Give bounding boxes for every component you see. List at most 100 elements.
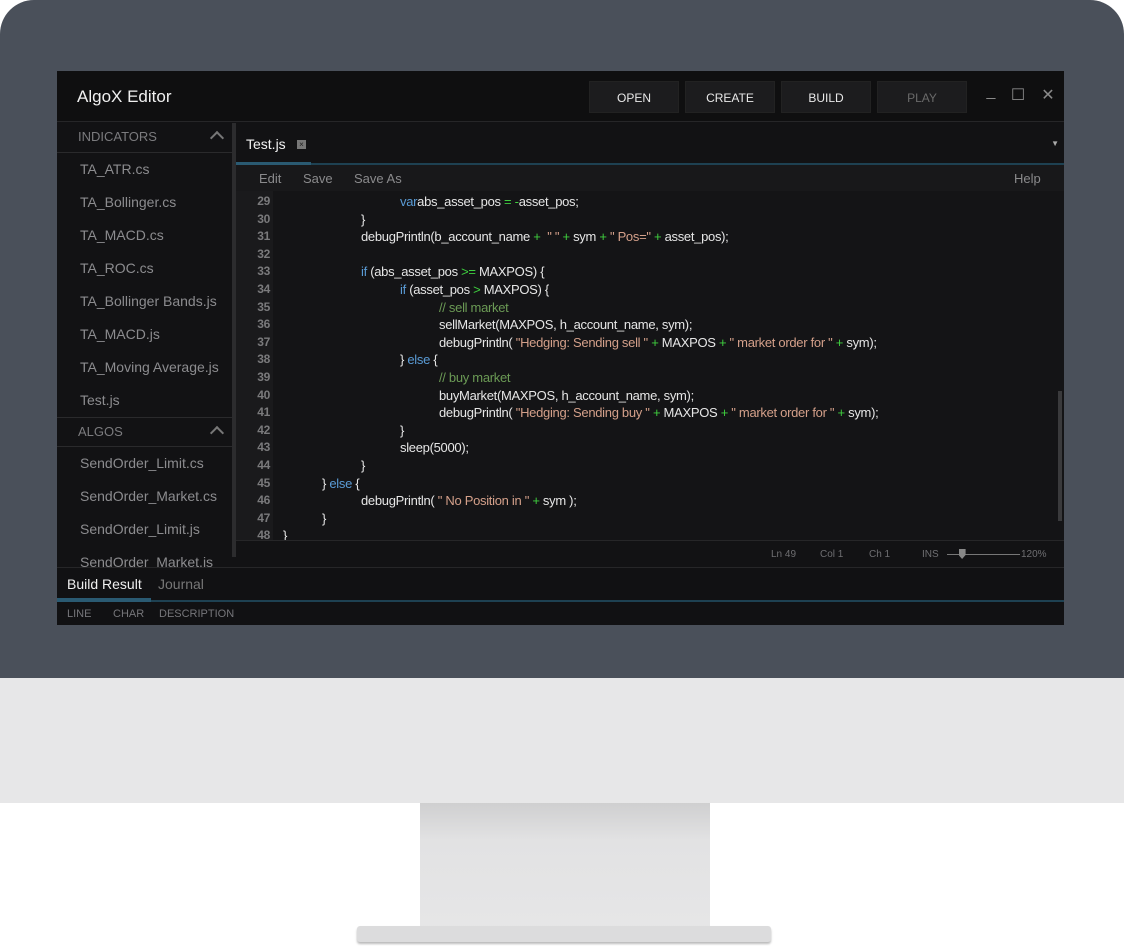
code-area[interactable]: 29 varabs_asset_pos = -asset_pos; 30} 31 deb… bbox=[236, 191, 1064, 540]
dropdown-icon[interactable]: ▼ bbox=[1051, 139, 1059, 148]
code-line: 29 varabs_asset_pos = -asset_pos; bbox=[236, 194, 1056, 212]
code-line: 40 buyMarket(MAXPOS, h_account_name, sym)… bbox=[236, 388, 1056, 406]
sidebar-item[interactable]: Test.js bbox=[57, 384, 232, 417]
sidebar-item[interactable]: TA_Moving Average.js bbox=[57, 351, 232, 384]
code-text: sellMarket(MAXPOS, h_account_name, sym); bbox=[439, 317, 692, 332]
title-bar: AlgoX Editor OPEN CREATE BUILD PLAY _ ☐ … bbox=[57, 71, 1064, 122]
line-number: 37 bbox=[257, 334, 270, 349]
kw-token: var bbox=[400, 194, 418, 209]
tab-build-result[interactable]: Build Result bbox=[67, 576, 142, 592]
line-number: 29 bbox=[257, 194, 270, 208]
tab-journal[interactable]: Journal bbox=[158, 576, 204, 592]
line-number: 32 bbox=[257, 246, 270, 261]
sidebar-item[interactable]: SendOrder_Limit.cs bbox=[57, 447, 232, 480]
plain-token: sleep(5000); bbox=[400, 440, 469, 456]
sidebar-item[interactable]: TA_Bollinger Bands.js bbox=[57, 285, 232, 318]
tab-bar: Test.js × ▼ bbox=[236, 123, 1064, 165]
code-text: // buy market bbox=[439, 370, 511, 385]
line-number: 46 bbox=[257, 493, 270, 508]
plain-token: asset_pos; bbox=[518, 194, 579, 209]
code-text: if (asset_pos > MAXPOS) { bbox=[400, 282, 549, 297]
editor-menu: Edit Save Save As Help bbox=[236, 165, 1064, 191]
status-col: Col 1 bbox=[820, 549, 844, 560]
sidebar-item[interactable]: SendOrder_Market.js bbox=[57, 546, 232, 567]
status-mode: INS bbox=[922, 549, 939, 560]
line-number: 40 bbox=[257, 387, 270, 402]
sidebar: INDICATORS TA_ATR.cs TA_Bollinger.cs TA_… bbox=[57, 123, 232, 567]
plain-token: (abs_asset_pos bbox=[366, 264, 462, 280]
plain-token: sellMarket(MAXPOS, h_account_name, sym); bbox=[439, 317, 693, 333]
plain-token: { bbox=[430, 352, 438, 368]
line-number: 45 bbox=[257, 475, 270, 490]
line-number: 30 bbox=[257, 211, 270, 226]
open-button[interactable]: OPEN bbox=[589, 81, 679, 113]
code-text: debugPrintln(b_account_name + " " + sym … bbox=[361, 229, 729, 244]
sidebar-item[interactable]: SendOrder_Limit.js bbox=[57, 513, 232, 546]
tab-label: Test.js bbox=[246, 136, 286, 152]
code-line: 32 bbox=[236, 247, 1056, 265]
menu-save[interactable]: Save bbox=[303, 171, 333, 186]
zoom-slider[interactable] bbox=[947, 554, 1020, 555]
str-token: "Hedging: Sending buy " bbox=[515, 405, 650, 421]
str-token: " market order for " bbox=[729, 334, 833, 350]
chevron-up-icon[interactable] bbox=[209, 130, 225, 146]
str-token: " No Position in " bbox=[437, 493, 530, 509]
str-token: " " bbox=[547, 229, 560, 245]
op-token: + bbox=[720, 405, 729, 421]
build-button[interactable]: BUILD bbox=[781, 81, 871, 113]
line-number: 43 bbox=[257, 440, 270, 455]
code-line: 45 } else { bbox=[236, 476, 1056, 494]
plain-token: } bbox=[361, 211, 366, 227]
code-text: // sell market bbox=[439, 299, 509, 315]
line-number: 48 bbox=[257, 528, 270, 540]
maximize-icon[interactable]: ☐ bbox=[1009, 87, 1027, 105]
code-line: 46 debugPrintln( " No Position in " + sym… bbox=[236, 493, 1056, 511]
sidebar-item[interactable]: SendOrder_Market.cs bbox=[57, 480, 232, 513]
create-button[interactable]: CREATE bbox=[685, 81, 775, 113]
chevron-up-icon[interactable] bbox=[209, 425, 225, 441]
cmt-token: // sell market bbox=[439, 299, 509, 315]
line-number: 41 bbox=[257, 405, 270, 420]
sidebar-item[interactable]: TA_ROC.cs bbox=[57, 252, 232, 285]
str-token: " market order for " bbox=[731, 405, 835, 421]
zoom-slider-handle[interactable] bbox=[958, 549, 966, 559]
close-icon[interactable]: ✕ bbox=[1039, 87, 1057, 105]
op-token: + bbox=[532, 493, 540, 509]
sidebar-item[interactable]: TA_ATR.cs bbox=[57, 153, 232, 186]
kw-token: else bbox=[329, 475, 353, 491]
section-indicators-header[interactable]: INDICATORS bbox=[57, 123, 232, 153]
code-text: } bbox=[322, 511, 326, 526]
tab-underline bbox=[57, 600, 1064, 602]
code-scrollbar[interactable] bbox=[1058, 391, 1062, 521]
column-description: DESCRIPTION bbox=[159, 608, 235, 620]
sidebar-item[interactable]: TA_MACD.cs bbox=[57, 219, 232, 252]
code-line: 35 // sell market bbox=[236, 300, 1056, 318]
plain-token: } bbox=[322, 510, 327, 526]
tab-test-js[interactable]: Test.js × bbox=[236, 123, 311, 165]
code-line: 31 debugPrintln(b_account_name + " " + sy… bbox=[236, 229, 1056, 247]
bottom-panel: Build Result Journal LINE CHAR DESCRIPTI… bbox=[57, 567, 1064, 625]
code-text: } else { bbox=[322, 475, 360, 491]
play-button[interactable]: PLAY bbox=[877, 81, 967, 113]
plain-token: MAXPOS) { bbox=[475, 264, 545, 280]
menu-help[interactable]: Help bbox=[1014, 171, 1041, 186]
code-text: if (abs_asset_pos >= MAXPOS) { bbox=[361, 264, 545, 280]
code-text: debugPrintln( "Hedging: Sending buy " + … bbox=[439, 405, 879, 421]
monitor-base bbox=[357, 926, 771, 942]
code-text: sleep(5000); bbox=[400, 440, 469, 455]
section-algos-header[interactable]: ALGOS bbox=[57, 417, 232, 447]
sidebar-item[interactable]: TA_Bollinger.cs bbox=[57, 186, 232, 219]
column-char: CHAR bbox=[113, 608, 145, 620]
code-text: } bbox=[361, 458, 365, 473]
sidebar-item[interactable]: TA_MACD.js bbox=[57, 318, 232, 351]
plain-token: MAXPOS bbox=[660, 405, 721, 421]
line-number: 36 bbox=[257, 317, 270, 332]
code-text: buyMarket(MAXPOS, h_account_name, sym); bbox=[439, 388, 694, 403]
plain-token: } bbox=[283, 528, 288, 540]
menu-save-as[interactable]: Save As bbox=[354, 171, 402, 186]
plain-token: MAXPOS) { bbox=[480, 282, 550, 297]
menu-edit[interactable]: Edit bbox=[259, 171, 281, 186]
close-tab-icon[interactable]: × bbox=[297, 140, 306, 149]
app-title: AlgoX Editor bbox=[77, 87, 172, 106]
minimize-icon[interactable]: _ bbox=[982, 83, 1000, 101]
